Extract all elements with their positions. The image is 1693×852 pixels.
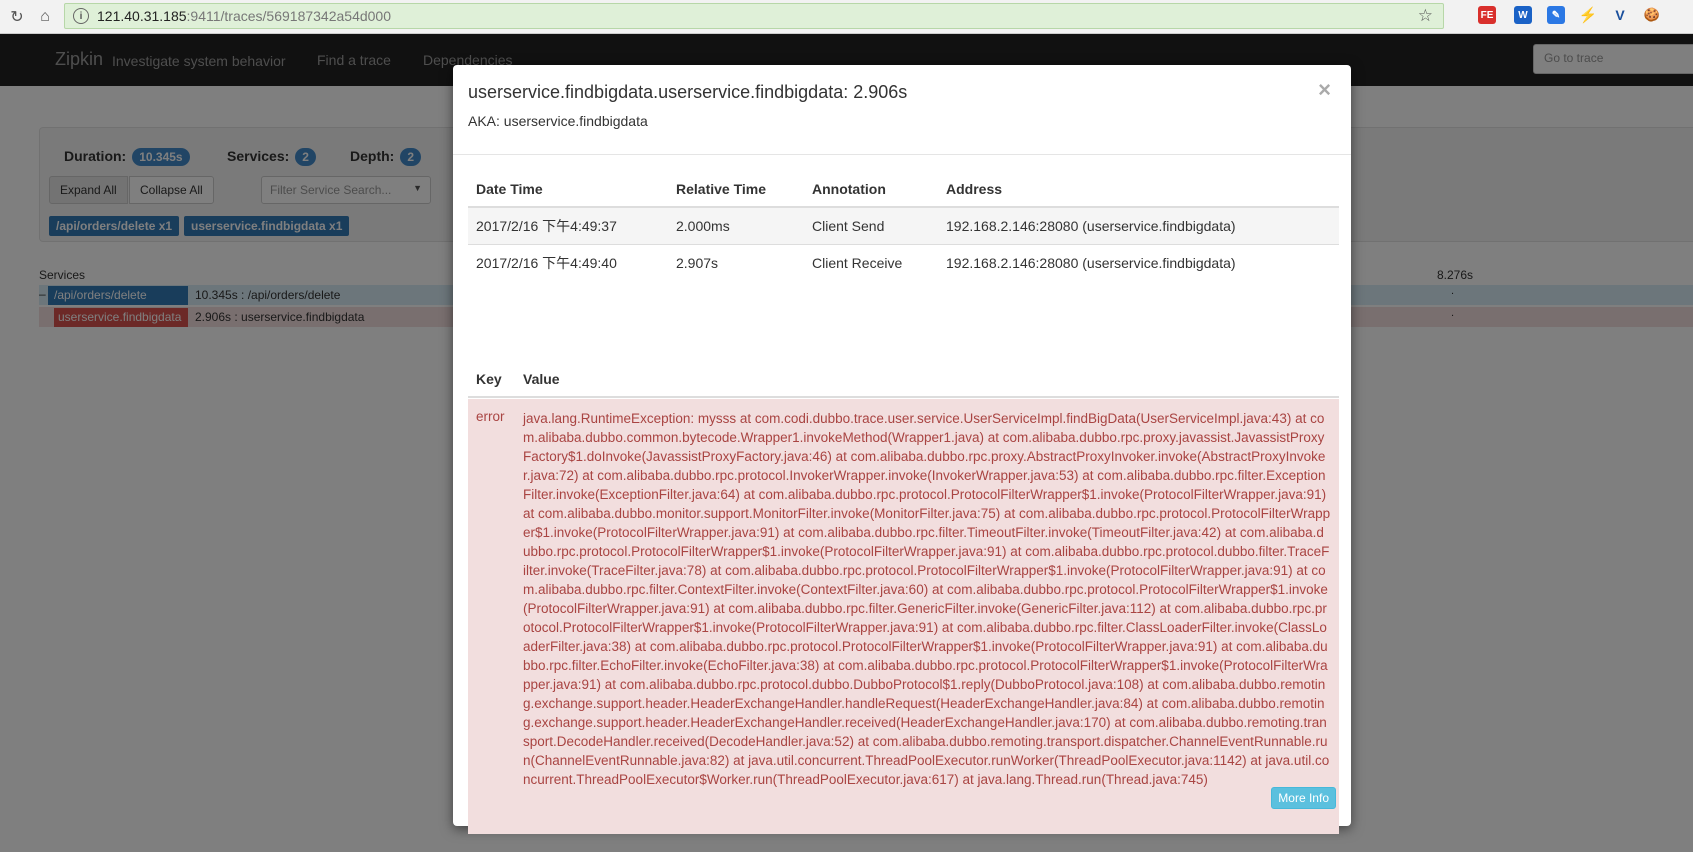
column-header-relative-time: Relative Time <box>668 171 804 208</box>
extension-bolt-icon[interactable]: ⚡ <box>1579 6 1598 24</box>
cell-address: 192.168.2.146:28080 (userservice.findbig… <box>938 243 1339 281</box>
table-row: 2017/2/16 下午4:49:40 2.907s Client Receiv… <box>468 243 1339 281</box>
modal-header: userservice.findbigdata.userservice.find… <box>453 65 1351 155</box>
extension-edit-icon[interactable]: ✎ <box>1547 6 1565 24</box>
cell-date-time: 2017/2/16 下午4:49:37 <box>468 206 668 244</box>
url-host: 121.40.31.185 <box>97 8 187 24</box>
browser-toolbar: ↻ ⌂ i 121.40.31.185:9411/traces/56918734… <box>0 0 1693 34</box>
url-text: 121.40.31.185:9411/traces/569187342a54d0… <box>97 8 391 24</box>
url-path: :9411/traces/569187342a54d000 <box>186 8 392 24</box>
column-header-value: Value <box>523 371 560 387</box>
cell-annotation: Client Send <box>804 206 938 244</box>
error-row: error java.lang.RuntimeException: mysss … <box>468 399 1339 834</box>
home-icon[interactable]: ⌂ <box>34 6 56 28</box>
error-stacktrace: java.lang.RuntimeException: mysss at com… <box>523 411 1331 787</box>
modal-title: userservice.findbigdata.userservice.find… <box>468 82 908 102</box>
cell-relative-time: 2.000ms <box>668 206 804 244</box>
column-header-address: Address <box>938 171 1339 208</box>
close-icon[interactable]: × <box>1318 77 1331 103</box>
info-icon[interactable]: i <box>73 8 89 24</box>
extension-w-icon[interactable]: W <box>1514 6 1532 24</box>
extension-fe-icon[interactable]: FE <box>1478 6 1496 24</box>
cell-address: 192.168.2.146:28080 (userservice.findbig… <box>938 206 1339 244</box>
address-bar[interactable]: i 121.40.31.185:9411/traces/569187342a54… <box>64 3 1444 29</box>
binary-annotations-header: Key Value <box>468 361 1339 398</box>
column-header-annotation: Annotation <box>804 171 938 208</box>
more-info-button[interactable]: More Info <box>1271 787 1336 809</box>
cell-annotation: Client Receive <box>804 243 938 281</box>
table-row: 2017/2/16 下午4:49:37 2.000ms Client Send … <box>468 206 1339 244</box>
extension-cookie-icon[interactable]: 🍪 <box>1643 6 1661 24</box>
annotations-header-row: Date Time Relative Time Annotation Addre… <box>468 171 1339 208</box>
reload-icon[interactable]: ↻ <box>6 6 28 28</box>
bookmark-star-icon[interactable]: ☆ <box>1418 6 1433 26</box>
modal-aka: AKA: userservice.findbigdata <box>468 113 648 129</box>
error-key: error <box>476 409 505 424</box>
cell-relative-time: 2.907s <box>668 243 804 281</box>
column-header-key: Key <box>476 371 502 387</box>
column-header-date-time: Date Time <box>468 171 668 208</box>
extension-v-icon[interactable]: V <box>1611 6 1629 24</box>
cell-date-time: 2017/2/16 下午4:49:40 <box>468 243 668 281</box>
span-detail-modal: userservice.findbigdata.userservice.find… <box>453 65 1351 834</box>
annotations-table: Date Time Relative Time Annotation Addre… <box>468 171 1339 281</box>
